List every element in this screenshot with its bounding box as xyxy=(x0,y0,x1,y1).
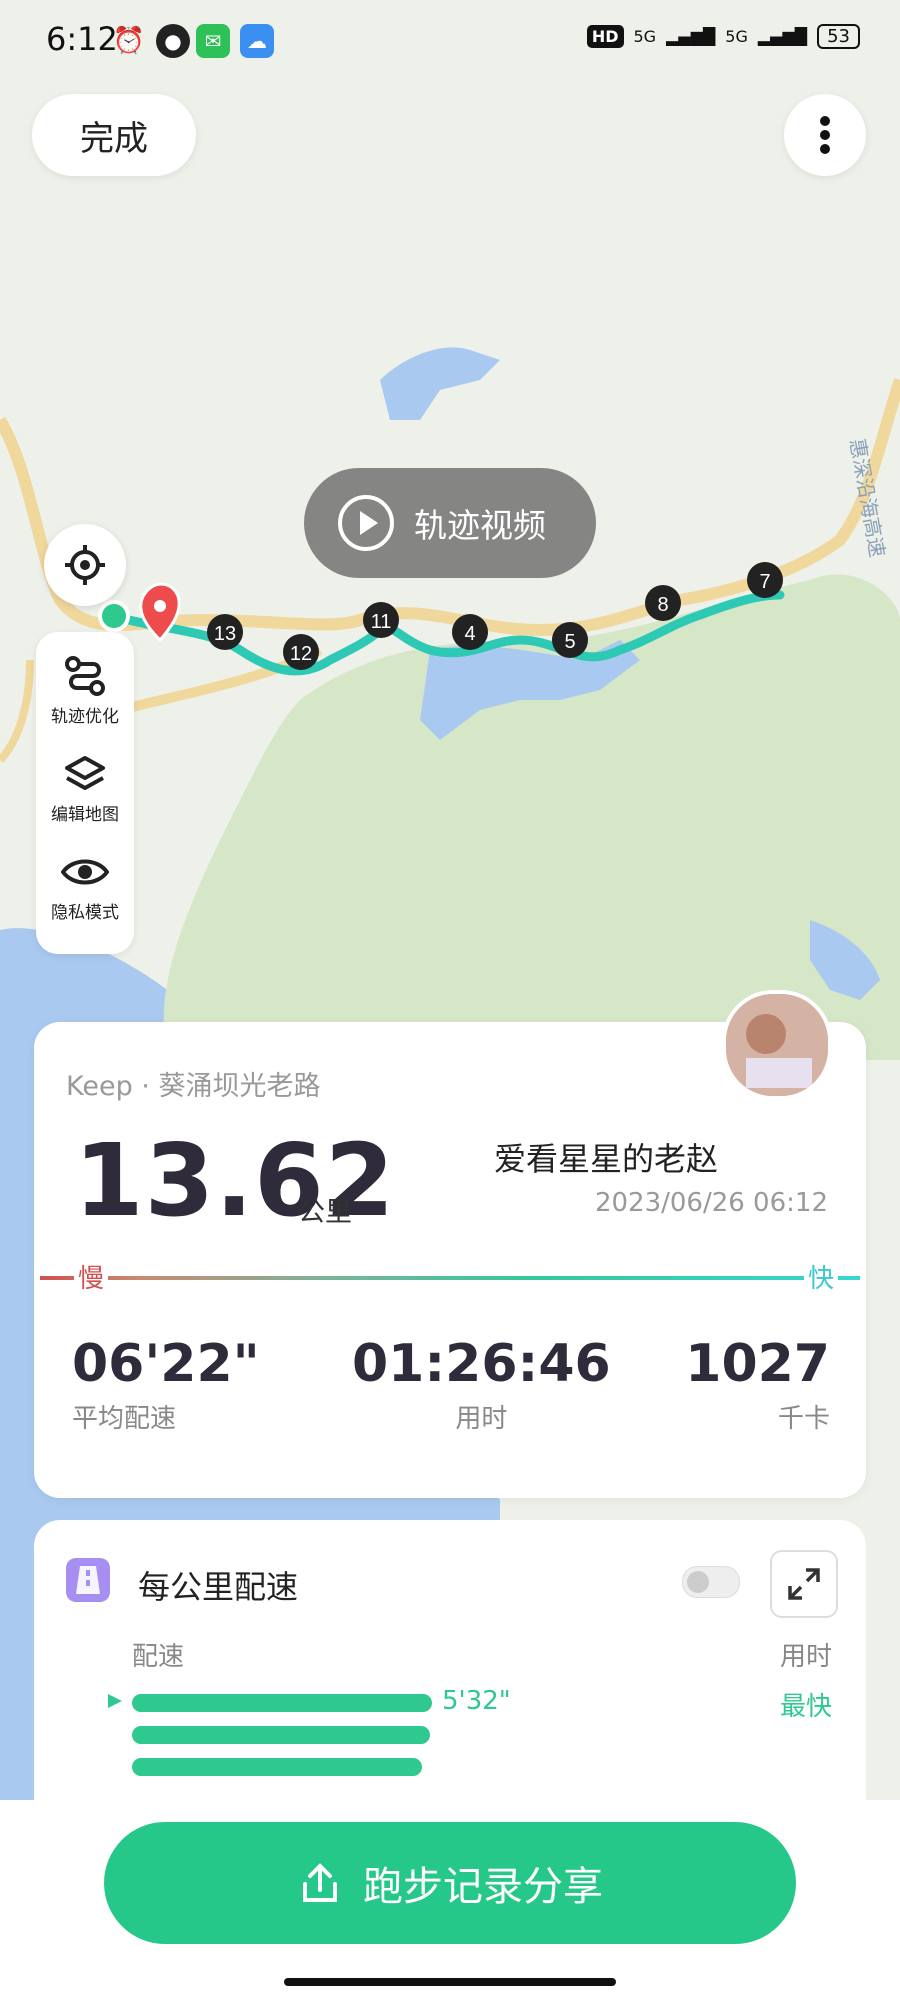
map-toolbox: 轨迹优化 编辑地图 隐私模式 xyxy=(36,632,134,954)
fast-label: 快 xyxy=(803,1258,838,1295)
km-marker: 11 xyxy=(363,602,399,638)
svg-text:13: 13 xyxy=(214,623,236,645)
share-run-button[interactable]: 跑步记录分享 xyxy=(104,1822,796,1944)
tool-label: 隐私模式 xyxy=(51,903,119,923)
battery-icon: 53 xyxy=(817,24,860,49)
stat-label: 平均配速 xyxy=(72,1404,177,1434)
duration-stat: 01:26:46 用时 xyxy=(352,1334,611,1435)
pace-gradient-bar xyxy=(40,1276,860,1280)
pace-bar xyxy=(132,1758,422,1776)
stat-label: 用时 xyxy=(455,1404,508,1434)
status-bar: 6:12 ⏰ ● ✉ ☁ HD 5G ▂▄▆█ 5G ▂▄▆█ 53 xyxy=(0,0,900,90)
notification-icon: ● xyxy=(156,24,190,58)
calories-stat: 1027 千卡 xyxy=(685,1334,830,1435)
status-time: 6:12 xyxy=(46,20,118,58)
km-marker: 7 xyxy=(747,562,783,598)
edit-map-button[interactable]: 编辑地图 xyxy=(36,752,134,848)
done-button[interactable]: 完成 xyxy=(32,94,196,176)
stat-label: 千卡 xyxy=(777,1404,830,1434)
play-circle-icon xyxy=(338,495,394,551)
signal-icon: ▂▄▆█ xyxy=(757,27,808,46)
km-marker: 5 xyxy=(552,622,588,658)
network-5g-1: 5G xyxy=(633,27,657,46)
svg-text:11: 11 xyxy=(371,611,392,633)
home-indicator[interactable] xyxy=(284,1978,616,1986)
layers-icon xyxy=(65,756,105,790)
alarm-icon: ⏰ xyxy=(112,26,146,56)
crosshair-icon xyxy=(65,545,105,585)
pace-bar xyxy=(132,1694,432,1712)
status-right: HD 5G ▂▄▆█ 5G ▂▄▆█ 53 xyxy=(586,24,860,49)
privacy-mode-button[interactable]: 隐私模式 xyxy=(36,850,134,946)
more-vertical-icon xyxy=(820,116,830,154)
hd-badge: HD xyxy=(586,25,624,48)
pace-value: 5'32" xyxy=(442,1686,511,1716)
pace-card-title: 每公里配速 xyxy=(138,1568,299,1606)
stat-value: 01:26:46 xyxy=(352,1334,611,1394)
distance-unit: 公里 xyxy=(298,1197,352,1228)
avatar[interactable] xyxy=(722,990,832,1100)
signal-icon: ▂▄▆█ xyxy=(666,27,716,46)
km-marker: 4 xyxy=(452,614,488,650)
wechat-icon: ✉ xyxy=(196,24,230,58)
svg-text:12: 12 xyxy=(290,643,312,665)
svg-text:7: 7 xyxy=(759,571,770,593)
stat-value: 1027 xyxy=(685,1334,830,1394)
slow-label: 慢 xyxy=(74,1258,109,1295)
track-video-label: 轨迹视频 xyxy=(414,506,546,545)
username: 爱看星星的老赵 xyxy=(493,1140,718,1178)
avatar-image xyxy=(726,994,828,1096)
route-optimize-icon xyxy=(65,656,105,696)
km-marker: 13 xyxy=(207,614,243,650)
cloud-app-icon: ☁ xyxy=(240,24,274,58)
expand-icon xyxy=(788,1568,820,1600)
eye-icon xyxy=(61,859,109,885)
tool-label: 编辑地图 xyxy=(51,805,119,825)
route-optimize-button[interactable]: 轨迹优化 xyxy=(36,654,134,750)
network-5g-2: 5G xyxy=(725,27,748,46)
svg-text:4: 4 xyxy=(464,623,475,645)
km-marker: 12 xyxy=(283,634,319,670)
fastest-label: 最快 xyxy=(779,1692,832,1722)
pace-column-header: 配速 xyxy=(132,1642,185,1672)
expand-button[interactable] xyxy=(770,1550,838,1618)
record-datetime: 2023/06/26 06:12 xyxy=(594,1188,828,1218)
start-marker xyxy=(98,600,130,632)
locate-button[interactable] xyxy=(44,524,126,606)
svg-text:5: 5 xyxy=(564,631,575,653)
avg-pace-stat: 06'22" 平均配速 xyxy=(72,1334,260,1435)
route-name: Keep · 葵涌坝光老路 xyxy=(66,1071,321,1102)
share-label: 跑步记录分享 xyxy=(363,1864,603,1910)
summary-card: Keep · 葵涌坝光老路 13.62 公里 爱看星星的老赵 2023/06/2… xyxy=(34,1022,866,1498)
km-marker: 8 xyxy=(645,585,681,621)
tool-label: 轨迹优化 xyxy=(51,707,119,727)
current-row-arrow-icon xyxy=(108,1694,122,1708)
pace-road-icon xyxy=(66,1558,110,1602)
time-column-header: 用时 xyxy=(779,1642,832,1672)
track-video-button[interactable]: 轨迹视频 xyxy=(304,468,596,578)
pace-toggle[interactable] xyxy=(682,1566,740,1598)
share-icon xyxy=(303,1863,337,1902)
pace-bar xyxy=(132,1726,430,1744)
svg-text:8: 8 xyxy=(657,594,668,616)
stat-value: 06'22" xyxy=(72,1334,260,1394)
more-button[interactable] xyxy=(784,94,866,176)
